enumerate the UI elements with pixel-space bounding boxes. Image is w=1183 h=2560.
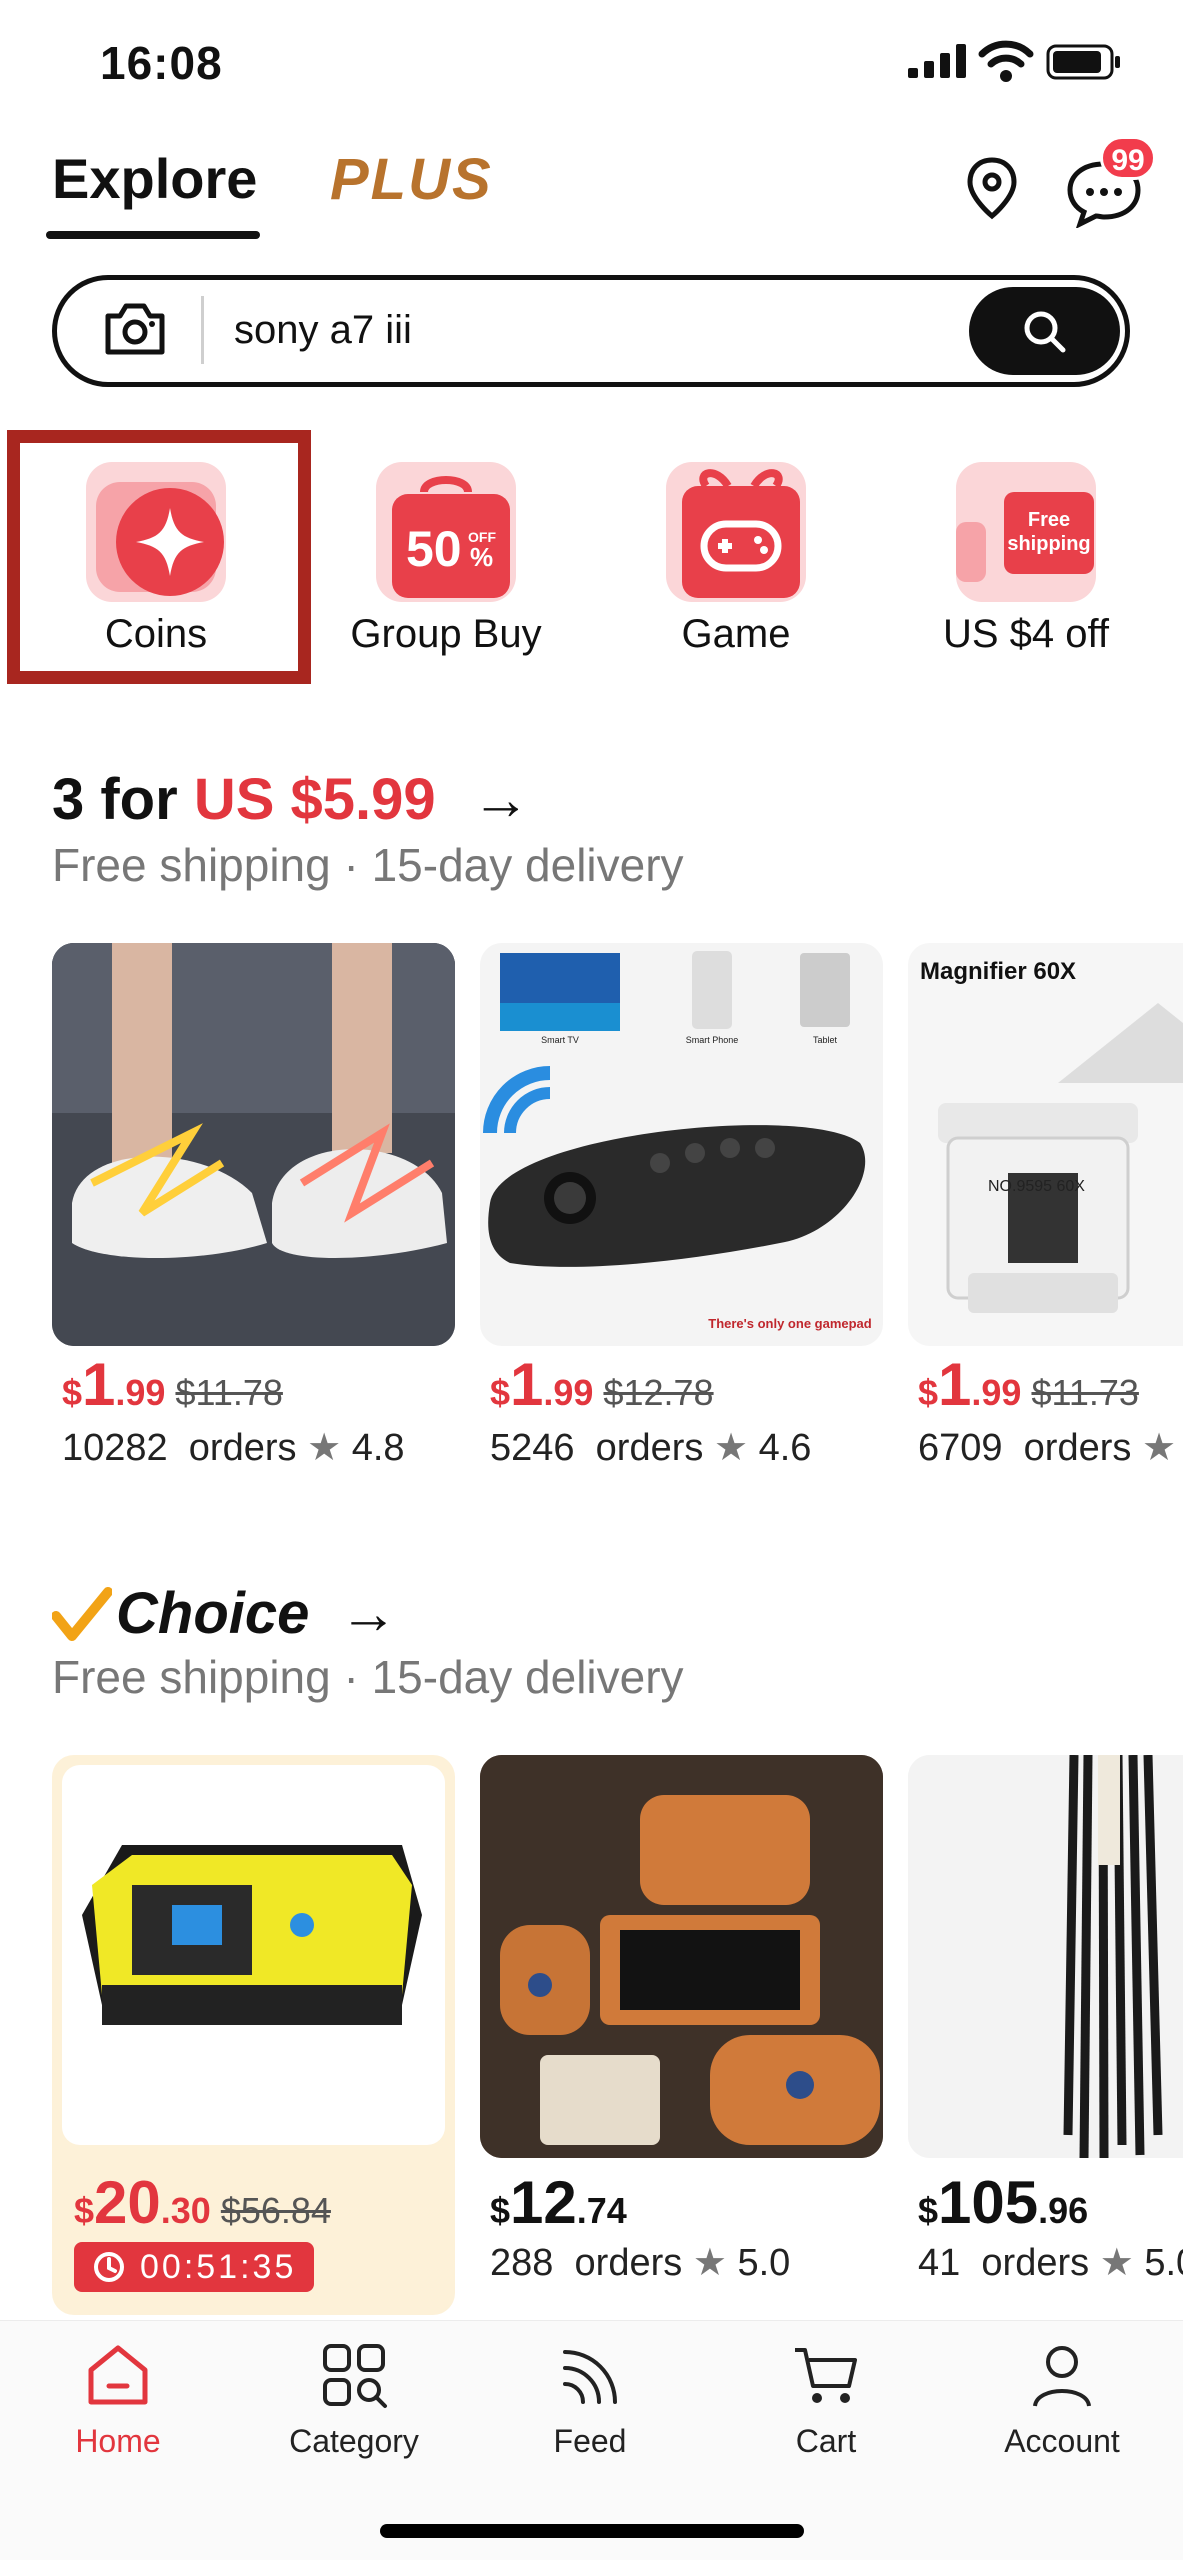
product-image-shoes[interactable] xyxy=(52,943,455,1346)
product-image-magnifier[interactable]: Magnifier 60X NO.9595 60X xyxy=(908,943,1183,1346)
svg-text:There's only one gamepad: There's only one gamepad xyxy=(708,1316,872,1331)
home-indicator xyxy=(380,2524,804,2538)
star-icon: ★ xyxy=(1099,2242,1134,2284)
deals-section-subtitle: Free shipping · 15-day delivery xyxy=(52,839,684,891)
product-price: $20.30 $56.84 xyxy=(74,2169,331,2236)
clock-icon xyxy=(94,2252,124,2282)
product-image-braids[interactable] xyxy=(908,1755,1183,2158)
product-price: $1.99 $12.78 xyxy=(490,1351,714,1418)
product-image-game-console[interactable] xyxy=(480,1755,883,2158)
cellular-signal-icon xyxy=(908,44,966,78)
choice-section-subtitle: Free shipping · 15-day delivery xyxy=(52,1651,684,1703)
product-orders: 10282 orders ★ 4.8 xyxy=(62,1427,405,1469)
quick-action-coins-label[interactable]: Coins xyxy=(26,612,286,657)
product-price: $105.96 xyxy=(918,2169,1089,2236)
feed-icon xyxy=(563,2350,617,2404)
account-icon xyxy=(1033,2346,1091,2407)
choice-section-title[interactable]: Choice → xyxy=(52,1580,397,1647)
battery-icon xyxy=(1046,44,1120,80)
coin-star-icon[interactable] xyxy=(86,462,226,602)
search-button[interactable] xyxy=(969,287,1120,375)
nav-home[interactable]: Home xyxy=(18,2340,218,2460)
group-buy-50-text: 50 xyxy=(406,521,462,577)
free-shipping-truck-icon[interactable]: Free shipping xyxy=(956,462,1096,602)
tab-plus[interactable]: PLUS xyxy=(330,146,493,213)
product-price: $12.74 xyxy=(490,2169,627,2236)
svg-text:Tablet: Tablet xyxy=(813,1035,838,1045)
svg-text:%: % xyxy=(470,542,493,572)
status-time: 16:08 xyxy=(100,37,223,89)
search-input[interactable]: sony a7 iii xyxy=(234,308,412,353)
camera-search-icon[interactable] xyxy=(100,294,170,364)
svg-text:shipping: shipping xyxy=(1007,533,1090,555)
countdown-timer: 00:51:35 xyxy=(74,2242,315,2292)
product-image-gamepad[interactable]: Smart TV Smart Phone Tablet There's only… xyxy=(480,943,883,1346)
product-price: $1.99 $11.78 xyxy=(62,1351,283,1418)
svg-text:Magnifier 60X: Magnifier 60X xyxy=(920,958,1076,985)
shopping-bag-50-off-icon[interactable]: 50 OFF % xyxy=(376,462,516,602)
deals-section-title[interactable]: 3 for US $5.99 → xyxy=(52,766,530,833)
quick-action-4-off-label[interactable]: US $4 off xyxy=(896,612,1156,657)
svg-text:Free: Free xyxy=(1028,509,1070,531)
original-price: $11.73 xyxy=(1031,1372,1139,1413)
nav-category[interactable]: Category xyxy=(254,2340,454,2460)
product-orders: 6709 orders ★ xyxy=(918,1427,1177,1469)
search-icon xyxy=(1024,311,1066,353)
home-icon xyxy=(88,2345,148,2405)
gift-gamepad-icon[interactable] xyxy=(666,462,806,602)
svg-text:NO.9595 60X: NO.9595 60X xyxy=(988,1178,1085,1195)
product-price: $1.99 $11.73 xyxy=(918,1351,1139,1418)
quick-action-game-label[interactable]: Game xyxy=(606,612,866,657)
choice-title-text: Choice xyxy=(116,1581,310,1646)
deals-title-prefix: 3 for xyxy=(52,767,194,832)
product-orders: 288 orders ★ 5.0 xyxy=(490,2242,791,2284)
nav-account[interactable]: Account xyxy=(962,2340,1162,2460)
wifi-icon xyxy=(978,40,1034,82)
quick-action-group-buy-label[interactable]: Group Buy xyxy=(316,612,576,657)
category-grid-icon xyxy=(323,2344,387,2408)
deals-title-price: US $5.99 xyxy=(193,767,436,832)
original-price: $12.78 xyxy=(603,1372,714,1413)
svg-text:Smart TV: Smart TV xyxy=(541,1035,579,1045)
message-count-badge: 99 xyxy=(1100,136,1156,180)
arrow-right-icon[interactable]: → xyxy=(472,767,530,832)
product-orders: 5246 orders ★ 4.6 xyxy=(490,1427,812,1469)
star-icon: ★ xyxy=(307,1427,342,1469)
product-orders: 41 orders ★ 5.0 xyxy=(918,2242,1183,2284)
search-divider xyxy=(201,296,204,364)
star-icon: ★ xyxy=(692,2242,727,2284)
star-icon: ★ xyxy=(1141,1427,1177,1469)
tab-explore[interactable]: Explore xyxy=(52,146,257,211)
nav-feed[interactable]: Feed xyxy=(490,2340,690,2460)
svg-text:Smart Phone: Smart Phone xyxy=(686,1035,739,1045)
original-price: $11.78 xyxy=(175,1372,283,1413)
checkmark-icon xyxy=(52,1586,112,1641)
nav-cart[interactable]: Cart xyxy=(726,2340,926,2460)
cart-icon xyxy=(795,2348,857,2403)
product-image-battery-charger[interactable] xyxy=(62,1765,445,2145)
location-pin-icon[interactable] xyxy=(960,156,1024,220)
original-price: $56.84 xyxy=(220,2190,331,2231)
star-icon: ★ xyxy=(713,1427,749,1469)
arrow-right-icon[interactable]: → xyxy=(339,1580,397,1647)
active-tab-indicator xyxy=(46,231,260,239)
